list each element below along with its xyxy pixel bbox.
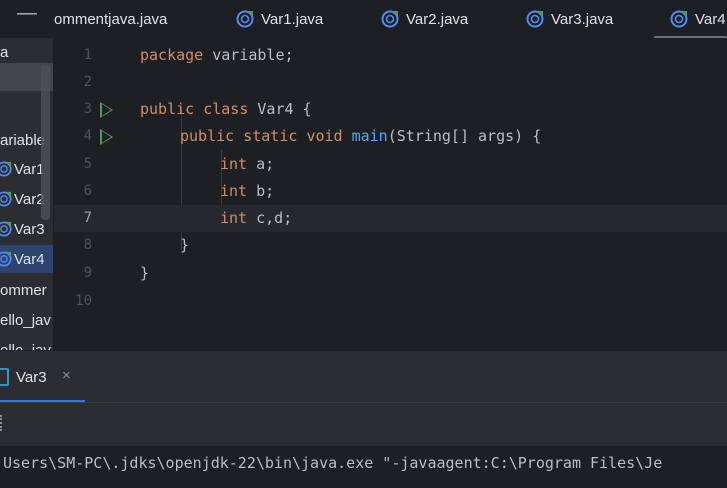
code-line-7[interactable]: 7 int c,d; bbox=[54, 205, 727, 232]
project-tool-window: a ariable Var1 Var2 Var3 Var4 ommer ello… bbox=[0, 38, 54, 350]
java-class-icon bbox=[0, 221, 12, 237]
code-line-4[interactable]: 4 public static void main(String[] args)… bbox=[54, 123, 727, 150]
tree-item-var4[interactable]: Var4 bbox=[0, 245, 45, 273]
tab-var4[interactable]: Var4 bbox=[670, 0, 726, 38]
code-text: } bbox=[180, 236, 190, 254]
tree-item-variable-package[interactable]: ariable bbox=[0, 126, 45, 154]
line-number: 3 bbox=[83, 101, 92, 117]
line-number: 10 bbox=[75, 293, 92, 309]
tab-label: ommentjava.java bbox=[54, 10, 168, 28]
code-text: } bbox=[140, 264, 150, 282]
run-config-icon bbox=[0, 368, 9, 386]
tab-var2[interactable]: Var2.java bbox=[381, 0, 468, 38]
line-number: 6 bbox=[83, 183, 92, 199]
java-class-icon bbox=[0, 161, 12, 177]
run-tool-window-header: Var3 × bbox=[0, 350, 727, 403]
run-tab-var3[interactable]: Var3 × bbox=[0, 351, 85, 403]
code-text: int a; bbox=[220, 155, 275, 173]
tab-label: Var1.java bbox=[261, 10, 324, 28]
code-text: int c,d; bbox=[220, 209, 293, 227]
code-line-5[interactable]: 5 int a; bbox=[54, 151, 727, 178]
more-options-icon[interactable] bbox=[0, 415, 5, 431]
close-icon[interactable]: × bbox=[62, 367, 71, 384]
code-line-8[interactable]: 8 } bbox=[54, 232, 727, 259]
line-number: 8 bbox=[83, 237, 92, 253]
run-class-icon[interactable] bbox=[100, 102, 113, 118]
code-text: public class Var4 { bbox=[140, 100, 312, 118]
line-number: 5 bbox=[83, 156, 92, 172]
tree-item-commentjava[interactable]: ommer bbox=[0, 276, 47, 304]
code-line-9[interactable]: 9 } bbox=[54, 260, 727, 287]
code-line-10[interactable]: 10 bbox=[54, 288, 727, 315]
tab-commentjava[interactable]: ommentjava.java bbox=[54, 0, 167, 38]
minimize-icon[interactable]: — bbox=[17, 2, 37, 25]
code-text: package variable; bbox=[140, 46, 294, 64]
code-line-3[interactable]: 3 public class Var4 { bbox=[54, 96, 727, 123]
run-main-icon[interactable] bbox=[100, 129, 113, 145]
console-line: Users\SM-PC\.jdks\openjdk-22\bin\java.ex… bbox=[3, 454, 663, 472]
tab-label: Var4 bbox=[695, 10, 726, 28]
line-number: 4 bbox=[83, 128, 92, 144]
editor-tab-bar: — ommentjava.java Var1.java Var2.java Va… bbox=[0, 0, 727, 39]
line-number: 2 bbox=[83, 74, 92, 90]
code-text: int b; bbox=[220, 182, 275, 200]
java-class-icon bbox=[0, 251, 12, 267]
java-class-icon bbox=[526, 10, 544, 28]
code-line-1[interactable]: 1 package variable; bbox=[54, 42, 727, 69]
java-class-icon bbox=[670, 10, 688, 28]
code-text: public static void main(String[] args) { bbox=[180, 127, 542, 145]
tab-label: Var3.java bbox=[551, 10, 614, 28]
tree-item-var2[interactable]: Var2 bbox=[0, 185, 45, 213]
tree-item-hello-java[interactable]: ello_jav bbox=[0, 306, 51, 334]
java-class-icon bbox=[381, 10, 399, 28]
project-scrollbar[interactable] bbox=[41, 65, 50, 220]
line-number: 9 bbox=[83, 265, 92, 281]
code-line-2[interactable]: 2 bbox=[54, 69, 727, 96]
tree-item-var3[interactable]: Var3 bbox=[0, 215, 45, 243]
console-output[interactable]: Users\SM-PC\.jdks\openjdk-22\bin\java.ex… bbox=[0, 446, 727, 488]
java-class-icon bbox=[236, 10, 254, 28]
run-toolbar bbox=[0, 402, 727, 446]
line-number: 1 bbox=[83, 47, 92, 63]
project-header: a bbox=[0, 43, 9, 61]
tree-item-hello-java-2[interactable]: ello_jav bbox=[0, 336, 51, 351]
run-tab-label: Var3 bbox=[16, 368, 47, 386]
line-number: 7 bbox=[83, 210, 92, 226]
code-editor[interactable]: 1 package variable; 2 3 public class Var… bbox=[54, 38, 727, 350]
code-line-6[interactable]: 6 int b; bbox=[54, 178, 727, 205]
tab-var1[interactable]: Var1.java bbox=[236, 0, 323, 38]
tab-label: Var2.java bbox=[406, 10, 469, 28]
java-class-icon bbox=[0, 191, 12, 207]
tree-item-var1[interactable]: Var1 bbox=[0, 155, 45, 183]
tab-var3[interactable]: Var3.java bbox=[526, 0, 613, 38]
